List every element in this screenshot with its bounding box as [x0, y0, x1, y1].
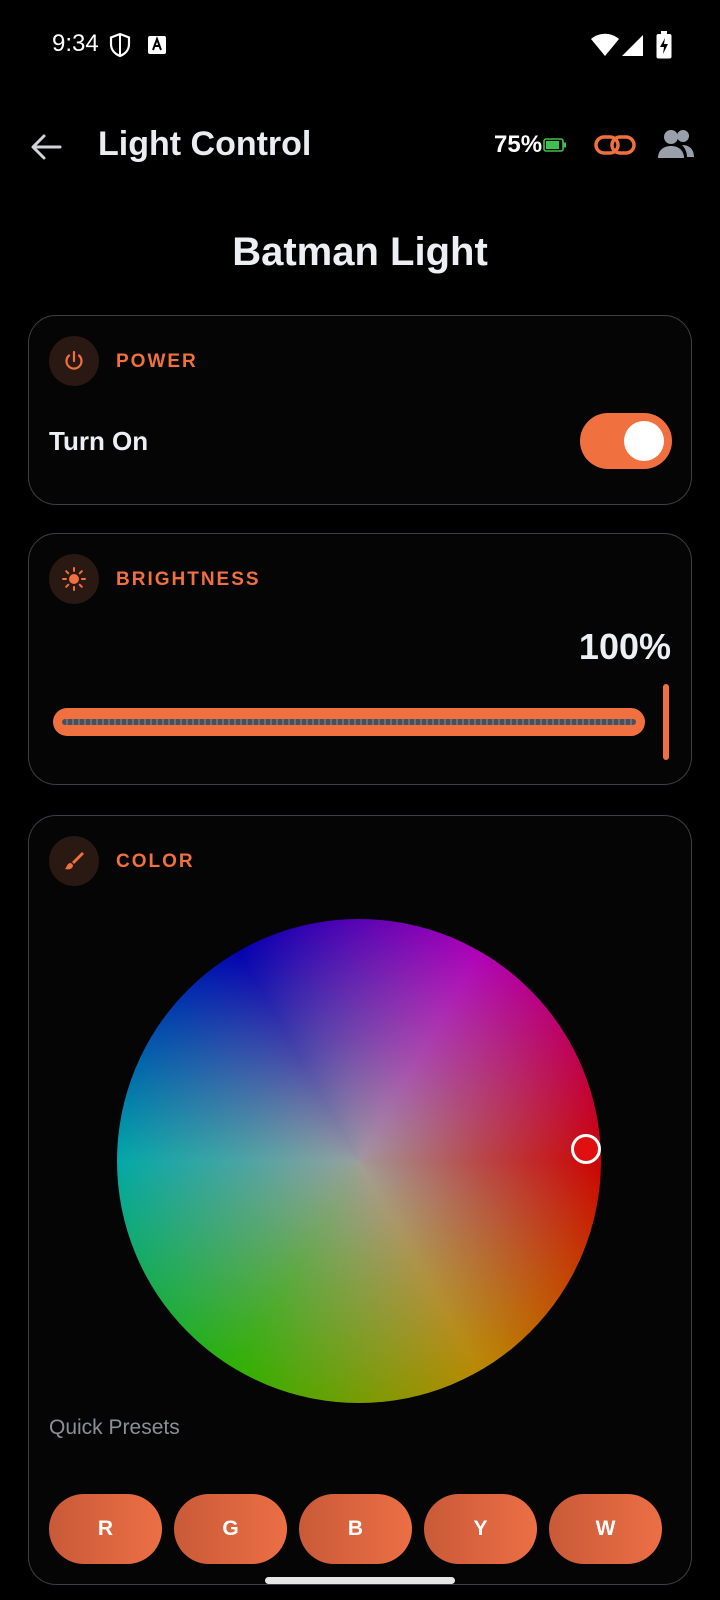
font-notification-icon [148, 36, 166, 54]
power-icon [49, 336, 99, 386]
device-name: Batman Light [232, 230, 488, 274]
color-section-label: COLOR [116, 851, 195, 872]
preset-button-b[interactable]: B [299, 1494, 412, 1564]
brightness-value: 100% [578, 626, 671, 667]
preset-button-y[interactable]: Y [424, 1494, 537, 1564]
brightness-slider-thumb[interactable] [663, 684, 669, 760]
status-bar: 9:34 [0, 0, 720, 90]
toggle-knob [624, 421, 664, 461]
wifi-icon [591, 33, 619, 56]
shield-icon [109, 32, 131, 58]
status-time: 9:34 [52, 30, 99, 57]
page-title: Light Control [98, 125, 312, 163]
color-wheel[interactable] [117, 919, 601, 1403]
preset-row: R G B Y W [49, 1494, 673, 1564]
brightness-slider[interactable] [53, 708, 645, 736]
battery-icon [543, 138, 566, 152]
color-card: COLOR Quick Presets R G B Y W [28, 815, 692, 1585]
power-toggle[interactable] [580, 413, 672, 469]
slider-track-dots [62, 719, 636, 725]
quick-presets-label: Quick Presets [49, 1416, 180, 1439]
preset-button-r[interactable]: R [49, 1494, 162, 1564]
power-section-label: POWER [116, 351, 198, 372]
preset-button-w[interactable]: W [549, 1494, 662, 1564]
brightness-section-label: BRIGHTNESS [116, 569, 261, 590]
sun-icon [49, 554, 99, 604]
arrow-back-icon[interactable] [24, 124, 70, 170]
device-battery-percent: 75% [494, 131, 543, 158]
people-icon[interactable] [656, 128, 696, 160]
power-card: POWER Turn On [28, 315, 692, 505]
color-wheel-marker[interactable] [571, 1134, 601, 1164]
app-bar: Light Control 75% [0, 110, 720, 182]
gesture-nav-handle[interactable] [265, 1577, 455, 1584]
battery-charging-icon [656, 31, 672, 59]
signal-icon [622, 35, 643, 56]
turn-on-label: Turn On [49, 426, 149, 456]
brightness-card: BRIGHTNESS 100% [28, 533, 692, 785]
brush-icon [49, 836, 99, 886]
link-icon[interactable] [594, 132, 636, 158]
preset-button-g[interactable]: G [174, 1494, 287, 1564]
